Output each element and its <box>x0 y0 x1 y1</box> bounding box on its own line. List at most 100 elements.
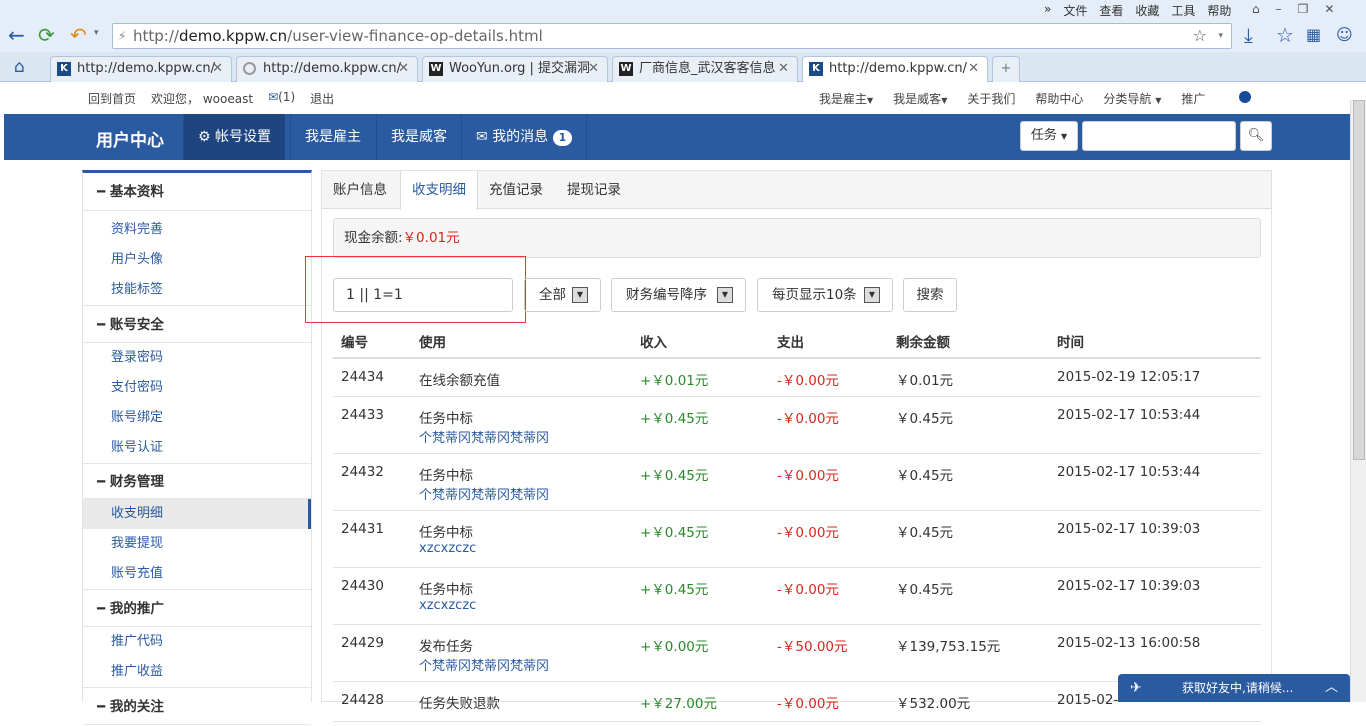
close-tab-icon[interactable]: ✕ <box>968 57 979 81</box>
about-link[interactable]: 关于我们 <box>967 90 1015 107</box>
more-icon[interactable]: » <box>1044 2 1051 19</box>
logout-link[interactable]: 退出 <box>310 90 334 107</box>
mail-link[interactable]: ✉(1) <box>268 90 295 107</box>
close-tab-icon[interactable]: ✕ <box>588 57 599 81</box>
balance-value: ￥0.01元 <box>402 230 460 246</box>
sidebar-section-finance[interactable]: ━ 财务管理 <box>83 463 311 499</box>
user-icon[interactable]: ☺ <box>1336 24 1353 46</box>
select-value: 财务编号降序 <box>626 287 707 303</box>
sidebar-section-follow[interactable]: ━ 我的关注 <box>83 687 311 725</box>
sidebar-section-promote[interactable]: ━ 我的推广 <box>83 589 311 627</box>
chat-status: 获取好友中,请稍候... <box>1182 681 1294 695</box>
dropdown-arrow-icon: ▼ <box>717 287 733 303</box>
sidebar-section-security[interactable]: ━ 账号安全 <box>83 305 311 343</box>
tab-account-info[interactable]: 账户信息 <box>322 171 398 209</box>
brand-title[interactable]: 用户中心 <box>96 126 164 151</box>
category-menu[interactable]: 分类导航 ▼ <box>1103 90 1161 107</box>
close-tab-icon[interactable]: ✕ <box>778 57 789 81</box>
sidebar-item-promote-income[interactable]: 推广收益 <box>83 657 311 687</box>
sidebar-item-finance-details[interactable]: 收支明细 <box>83 499 311 529</box>
refresh-icon[interactable]: ⟳ <box>38 24 55 46</box>
cell-time: 2015-02-17 10:53:44 <box>1057 464 1201 480</box>
star-icon[interactable]: ☆ <box>1193 24 1207 48</box>
sidebar-item-promote-code[interactable]: 推广代码 <box>83 627 311 657</box>
nav-witkey[interactable]: 我是威客 <box>376 114 461 160</box>
chevron-down-icon[interactable]: ▾ <box>94 28 99 38</box>
menu-view[interactable]: 查看 <box>1099 2 1123 19</box>
menu-file[interactable]: 文件 <box>1063 2 1087 19</box>
close-tab-icon[interactable]: ✕ <box>212 57 223 81</box>
sidebar-item-withdraw[interactable]: 我要提现 <box>83 529 311 559</box>
task-link[interactable]: 个梵蒂冈梵蒂冈梵蒂冈 <box>419 427 549 446</box>
type-select[interactable]: 全部 ▼ <box>524 278 601 312</box>
sidebar-item-pay-password[interactable]: 支付密码 <box>83 373 311 403</box>
status-dot-icon[interactable] <box>1239 91 1252 103</box>
chat-widget[interactable]: ✈ 获取好友中,请稍候... ︿ <box>1118 674 1350 702</box>
chevron-up-icon[interactable]: ︿ <box>1325 674 1338 702</box>
apps-icon[interactable]: ▦ <box>1306 24 1321 46</box>
search-button[interactable]: 🔍︎ <box>1240 121 1272 151</box>
scrollbar-thumb[interactable] <box>1353 100 1365 460</box>
sidebar-section-basic[interactable]: ━ 基本资料 <box>83 173 311 211</box>
home-icon[interactable]: ⌂ <box>14 57 25 77</box>
search-type-select[interactable]: 任务 ▼ <box>1020 121 1078 151</box>
search-input[interactable] <box>1082 121 1236 151</box>
browser-tab-2[interactable]: http://demo.kppw.cn/ ✕ <box>236 56 418 82</box>
shirt-icon[interactable]: ⌂ <box>1252 2 1260 16</box>
sidebar-item-recharge[interactable]: 账号充值 <box>83 559 311 589</box>
tab-recharge-records[interactable]: 充值记录 <box>478 171 554 209</box>
cell-id: 24433 <box>341 407 384 423</box>
new-tab-button[interactable]: + <box>992 56 1020 82</box>
promote-link[interactable]: 推广 <box>1181 90 1205 107</box>
address-bar[interactable]: ⚡ http://demo.kppw.cn/user-view-finance-… <box>112 23 1232 49</box>
sidebar-item-profile[interactable]: 资料完善 <box>83 215 311 245</box>
undo-icon[interactable]: ↶ <box>70 24 87 46</box>
col-income: 收入 <box>640 335 667 351</box>
menu-favorites[interactable]: 收藏 <box>1135 2 1159 19</box>
restore-icon[interactable]: ❐ <box>1298 2 1309 16</box>
cell-remain: ￥0.45元 <box>896 582 954 598</box>
browser-tab-3[interactable]: W WooYun.org | 提交漏洞 ✕ <box>422 56 608 82</box>
nav-employer[interactable]: 我是雇主 <box>290 114 375 160</box>
main-panel: 账户信息 收支明细 充值记录 提现记录 现金余额:￥0.01元 1 || 1=1… <box>305 170 1272 722</box>
task-link[interactable]: 个梵蒂冈梵蒂冈梵蒂冈 <box>419 484 549 503</box>
username[interactable]: wooeast <box>203 92 253 106</box>
task-link[interactable]: 个梵蒂冈梵蒂冈梵蒂冈 <box>419 655 549 674</box>
task-link[interactable]: xzcxzczc <box>419 541 476 556</box>
home-link[interactable]: 回到首页 <box>88 90 136 107</box>
browser-tab-1[interactable]: K http://demo.kppw.cn/ ✕ <box>50 56 232 82</box>
task-link[interactable]: xzcxzczc <box>419 598 476 613</box>
tab-finance-details[interactable]: 收支明细 <box>400 171 478 210</box>
pagesize-select[interactable]: 每页显示10条 ▼ <box>757 278 893 312</box>
close-window-icon[interactable]: ✕ <box>1324 2 1334 16</box>
menu-tools[interactable]: 工具 <box>1171 2 1195 19</box>
witkey-menu[interactable]: 我是威客▼ <box>893 90 947 107</box>
employer-menu[interactable]: 我是雇主▼ <box>819 90 873 107</box>
help-link[interactable]: 帮助中心 <box>1035 90 1083 107</box>
tab-withdraw-records[interactable]: 提现记录 <box>556 171 632 209</box>
favorite-star-icon[interactable]: ☆ <box>1276 24 1294 46</box>
chevron-down-icon[interactable]: ▾ <box>1218 24 1223 48</box>
filter-input[interactable]: 1 || 1=1 <box>333 278 513 312</box>
sidebar-item-avatar[interactable]: 用户头像 <box>83 245 311 275</box>
sidebar-item-skills[interactable]: 技能标签 <box>83 275 311 305</box>
sidebar-item-bind[interactable]: 账号绑定 <box>83 403 311 433</box>
nav-account-settings[interactable]: ⚙ 帐号设置 <box>183 114 286 160</box>
balance-box: 现金余额:￥0.01元 <box>333 218 1261 258</box>
sidebar-item-login-password[interactable]: 登录密码 <box>83 343 311 373</box>
back-icon[interactable]: ← <box>8 24 25 46</box>
sidebar-item-auth[interactable]: 账号认证 <box>83 433 311 463</box>
menu-help[interactable]: 帮助 <box>1207 2 1231 19</box>
page-scrollbar[interactable] <box>1350 100 1366 702</box>
browser-tab-5[interactable]: K http://demo.kppw.cn/ ✕ <box>802 56 988 82</box>
download-icon[interactable]: ⤓ <box>1244 24 1253 46</box>
cell-time: 2015-02-17 10:39:03 <box>1057 521 1201 537</box>
close-tab-icon[interactable]: ✕ <box>398 57 409 81</box>
select-value: 每页显示10条 <box>772 287 857 303</box>
browser-tab-4[interactable]: W 厂商信息_武汉客客信息 ✕ <box>612 56 798 82</box>
cell-remain: ￥0.45元 <box>896 468 954 484</box>
order-select[interactable]: 财务编号降序 ▼ <box>611 278 746 312</box>
search-button[interactable]: 搜索 <box>903 278 957 312</box>
minimize-icon[interactable]: – <box>1276 2 1282 16</box>
nav-messages[interactable]: ✉ 我的消息 1 <box>461 114 588 160</box>
